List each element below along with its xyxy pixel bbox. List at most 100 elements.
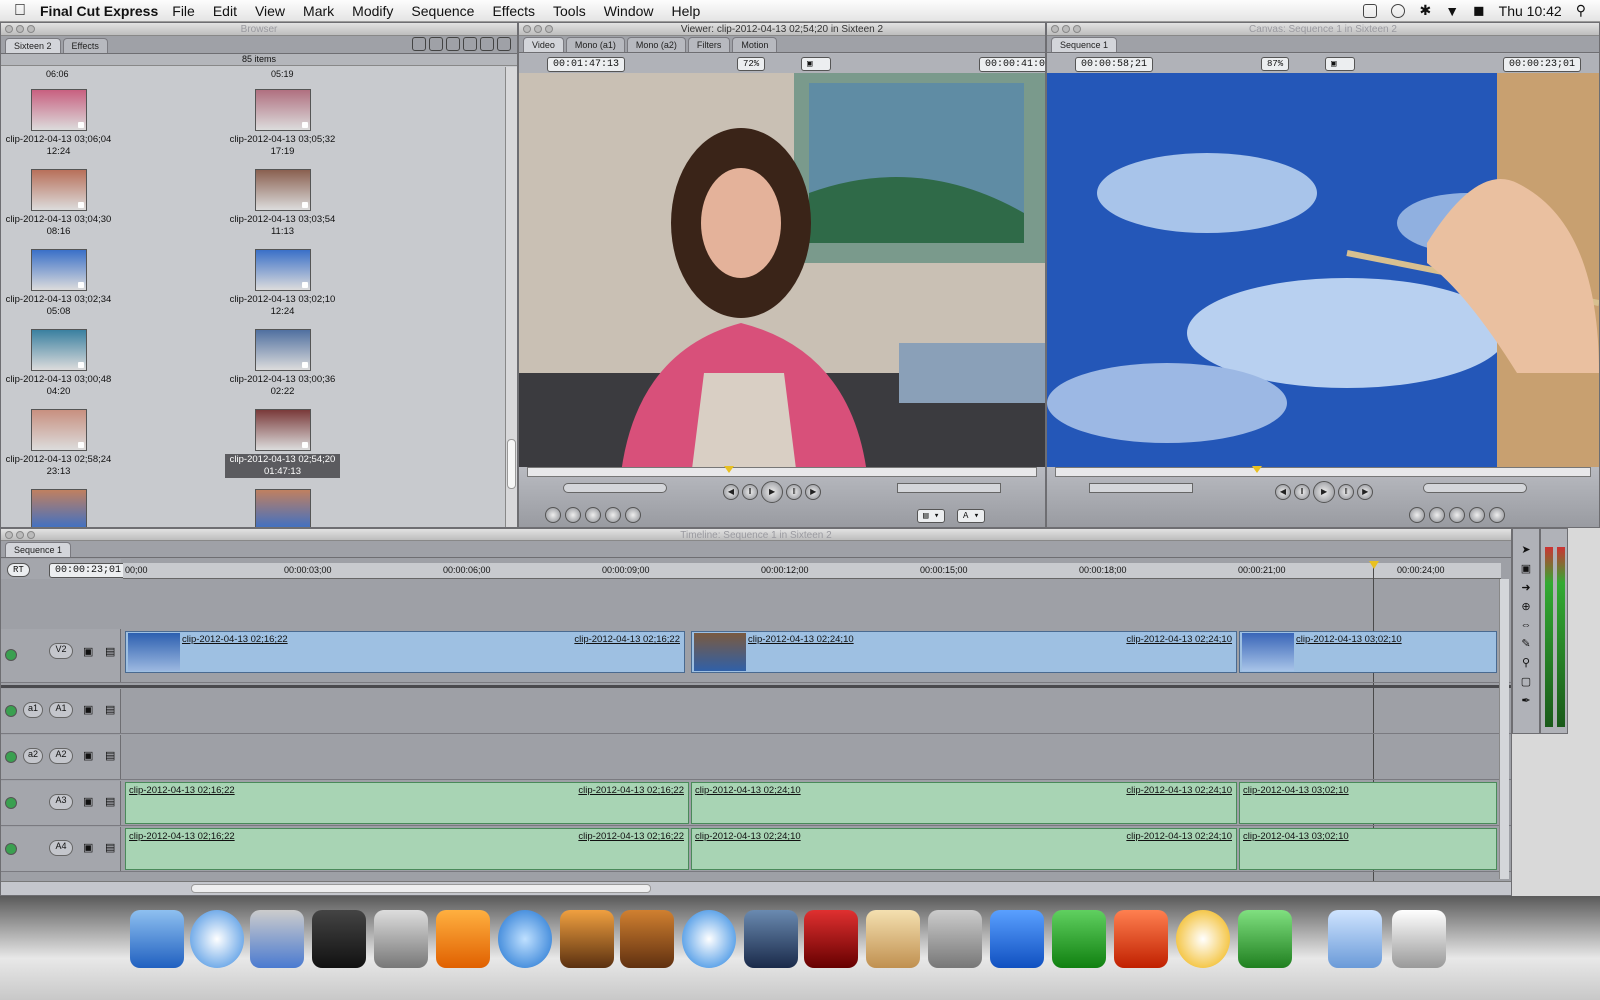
recent-clips-popup[interactable]: ▤ ▾	[917, 509, 946, 523]
close-button[interactable]	[523, 25, 531, 33]
source-label[interactable]: a2	[23, 748, 43, 764]
next-edit-button[interactable]: ▶	[805, 484, 822, 500]
browser-clip[interactable]: clip-2012-04-13 02;54;20 01:47:13	[225, 409, 340, 478]
playhead-icon[interactable]	[724, 466, 734, 473]
horizontal-scrollbar[interactable]	[1, 881, 1511, 895]
time-machine-icon[interactable]	[1391, 3, 1406, 18]
folder-icon[interactable]	[1328, 910, 1382, 968]
menu-mark[interactable]: Mark	[303, 3, 334, 19]
zoom-tool-icon[interactable]: ⚲	[1522, 656, 1530, 669]
track-label[interactable]: A1	[49, 702, 73, 718]
iweb-icon[interactable]	[866, 910, 920, 968]
lock-icon[interactable]: ▣	[83, 645, 93, 658]
powerpoint-icon[interactable]	[1114, 910, 1168, 968]
vertical-scrollbar[interactable]	[1499, 579, 1509, 879]
edit-select-icon[interactable]: ▣	[1521, 562, 1531, 575]
add-keyframe-button[interactable]	[605, 507, 621, 523]
slip-tool-icon[interactable]: ⇔	[1521, 619, 1532, 631]
imovie-icon[interactable]	[312, 910, 366, 968]
canvas-scrubber[interactable]	[1055, 466, 1591, 477]
wifi-icon[interactable]: ▼	[1445, 3, 1459, 19]
track-label[interactable]: A3	[49, 794, 73, 810]
audio-clip[interactable]: clip-2012-04-13 03;02;10	[1239, 828, 1497, 870]
add-keyframe-button[interactable]	[1449, 507, 1465, 523]
source-label[interactable]: a1	[23, 702, 43, 718]
browser-clip[interactable]: clip-2012-04-13 03;05;32 17:19	[225, 89, 340, 158]
rt-popup[interactable]: RT	[7, 563, 30, 577]
close-button[interactable]	[1051, 25, 1059, 33]
scroll-thumb[interactable]	[191, 884, 651, 893]
current-timecode[interactable]: 00:00:23;01	[1503, 57, 1582, 72]
view-icon[interactable]	[480, 37, 494, 51]
play-in-out-button[interactable]: ‖	[1294, 484, 1311, 500]
status-icon[interactable]	[1363, 3, 1378, 18]
mark-in-button[interactable]	[565, 507, 581, 523]
track-visibility-icon[interactable]	[5, 649, 17, 661]
browser-clip[interactable]: clip-2012-04-13 03;00;48 04:20	[1, 329, 116, 398]
audio-clip[interactable]: clip-2012-04-13 02;24;10 clip-2012-04-13 …	[691, 782, 1237, 824]
gimp-icon[interactable]	[928, 910, 982, 968]
duration-timecode[interactable]: 00:01:47:13	[547, 57, 626, 72]
menu-modify[interactable]: Modify	[352, 3, 393, 19]
menu-sequence[interactable]: Sequence	[411, 3, 474, 19]
shuttle-slider[interactable]	[563, 483, 667, 493]
view-popup[interactable]: ▣	[801, 57, 831, 71]
view-icon[interactable]	[429, 37, 443, 51]
auto-select-icon[interactable]: ▤	[105, 749, 115, 762]
vlc-icon[interactable]	[436, 910, 490, 968]
trash-icon[interactable]	[1392, 910, 1446, 968]
play-around-button[interactable]: ‖	[1338, 484, 1355, 500]
viewer-scrubber[interactable]	[527, 466, 1037, 477]
tab-motion[interactable]: Motion	[732, 37, 778, 52]
play-around-button[interactable]: ‖	[786, 484, 803, 500]
browser-clip[interactable]: clip-2012-04-13 03;04;30 08:16	[1, 169, 116, 238]
video-clip[interactable]: clip-2012-04-13 02;24;10 clip-2012-04-13…	[691, 631, 1237, 673]
mark-out-button[interactable]	[1469, 507, 1485, 523]
current-timecode[interactable]: 00:00:23;01	[49, 563, 128, 578]
menu-file[interactable]: File	[172, 3, 195, 19]
minimize-button[interactable]	[16, 531, 24, 539]
zoom-button[interactable]	[27, 25, 35, 33]
garageband-icon[interactable]	[620, 910, 674, 968]
generator-popup[interactable]: A ▾	[957, 509, 986, 523]
menu-edit[interactable]: Edit	[213, 3, 237, 19]
menu-view[interactable]: View	[255, 3, 285, 19]
insert-edit-button[interactable]	[545, 507, 561, 523]
tab-effects[interactable]: Effects	[62, 38, 108, 53]
browser-clip[interactable]	[225, 489, 340, 527]
minimize-button[interactable]	[534, 25, 542, 33]
zoom-popup[interactable]: 87%	[1261, 57, 1290, 71]
zoom-button[interactable]	[1073, 25, 1081, 33]
menu-tools[interactable]: Tools	[553, 3, 586, 19]
play-button[interactable]: ▶	[1313, 481, 1336, 503]
view-icon[interactable]	[412, 37, 426, 51]
add-marker-button[interactable]	[585, 507, 601, 523]
mark-out-button[interactable]	[625, 507, 641, 523]
view-icon[interactable]	[497, 37, 511, 51]
front-row-icon[interactable]	[804, 910, 858, 968]
audio-clip[interactable]: clip-2012-04-13 02;16;22 clip-2012-04-13 …	[125, 782, 689, 824]
project-icon[interactable]	[1238, 910, 1292, 968]
viewer-video-frame[interactable]	[519, 73, 1045, 493]
track-label[interactable]: A2	[49, 748, 73, 764]
view-icon[interactable]	[446, 37, 460, 51]
menu-effects[interactable]: Effects	[492, 3, 535, 19]
roll-tool-icon[interactable]: ⊕	[1521, 600, 1530, 613]
prev-edit-button[interactable]: ◀	[1275, 484, 1291, 500]
browser-clip[interactable]: clip-2012-04-13 03;03;54 11:13	[225, 169, 340, 238]
lock-icon[interactable]: ▣	[83, 703, 93, 716]
auto-select-icon[interactable]: ▤	[105, 703, 115, 716]
volume-icon[interactable]: ◼	[1473, 2, 1485, 19]
iphoto-icon[interactable]	[560, 910, 614, 968]
itunes-icon[interactable]	[498, 910, 552, 968]
track-audible-icon[interactable]	[5, 705, 17, 717]
menu-help[interactable]: Help	[672, 3, 701, 19]
audio-clip[interactable]: clip-2012-04-13 02;24;10 clip-2012-04-13 …	[691, 828, 1237, 870]
audio-clip[interactable]: clip-2012-04-13 03;02;10	[1239, 782, 1497, 824]
safari-icon[interactable]	[190, 910, 244, 968]
lock-icon[interactable]: ▣	[83, 749, 93, 762]
close-button[interactable]	[5, 531, 13, 539]
scroll-thumb[interactable]	[507, 439, 516, 489]
apple-menu-icon[interactable]: 	[0, 2, 40, 20]
browser-clip[interactable]: clip-2012-04-13 03;06;04 12:24	[1, 89, 116, 158]
